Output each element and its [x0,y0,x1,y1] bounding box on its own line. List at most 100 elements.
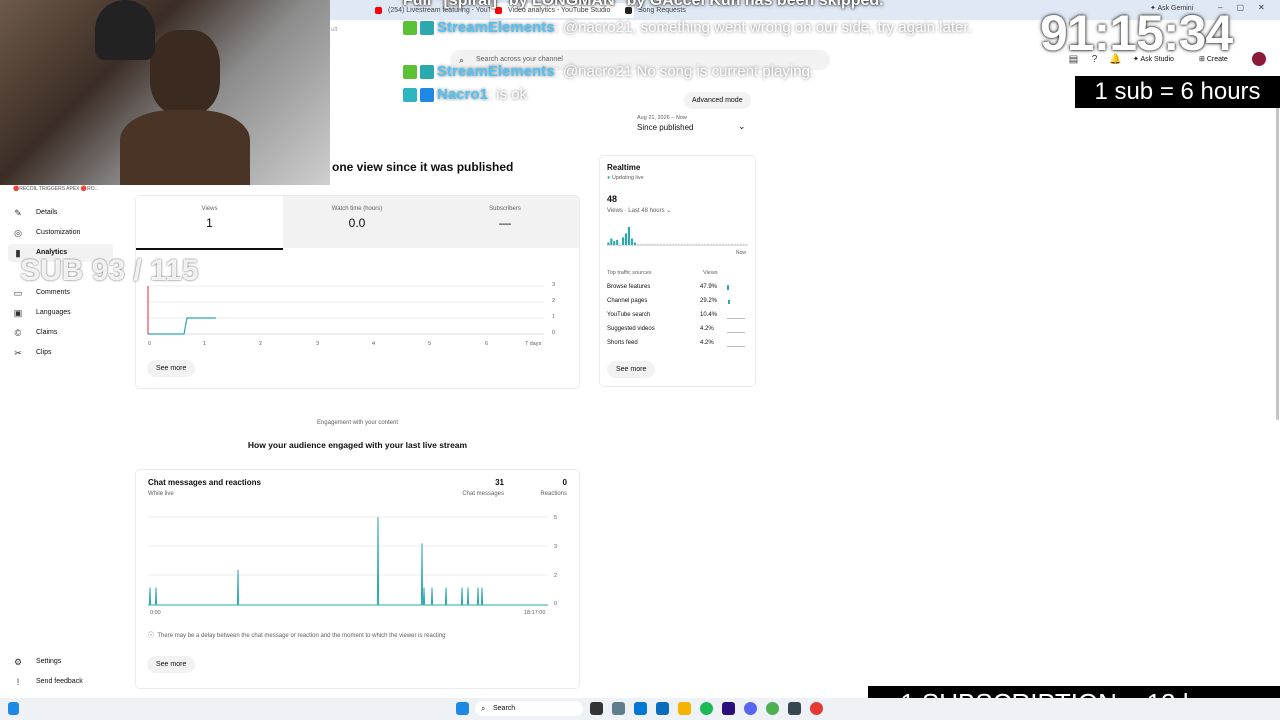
engagement-kicker: Engagement with your content [316,420,399,426]
sidebar-item-customization[interactable]: ◎ Customization [8,224,113,242]
settings-app-icon[interactable] [612,702,625,715]
traffic-views-header: Views [703,270,718,276]
edge-icon[interactable] [634,702,647,715]
sidebar-item-send-feedback[interactable]: ! Send feedback [8,673,113,691]
realtime-bar [724,243,727,245]
realtime-bar [624,233,628,245]
chevron-down-icon: ⌄ [666,208,672,214]
advanced-mode-button[interactable]: Advanced mode [684,92,751,109]
sidebar-item-claims[interactable]: © Claims [8,324,113,342]
webcam-caption: 🔴RECOIL TRIGGERS APEX 🔴RO... [13,186,99,192]
engagement-see-more-button[interactable]: See more [147,656,196,673]
sub-goal-counter: SUB 93 / 115 [20,254,199,287]
start-icon[interactable] [456,702,469,715]
realtime-bar [619,243,622,245]
traffic-row[interactable]: Channel pages 29.2% [607,298,747,312]
overview-see-more-button[interactable]: See more [147,360,196,377]
premiere-icon[interactable] [722,702,735,715]
sparkline [727,285,729,290]
chat-count-label: Chat messages [462,491,504,497]
badge-icon [403,88,417,103]
gear-icon: ⚙ [13,657,23,667]
chat-message: Nacro1: is ok [403,86,527,103]
realtime-period-dropdown[interactable]: Views · Last 48 hours ⌄ [607,207,671,214]
taskbar-search[interactable]: ⌕ Search [475,701,583,716]
y-tick: 1 [552,314,556,320]
file-explorer-icon[interactable] [678,702,691,715]
broadcast-icon: ◎ [14,228,22,238]
traffic-list: Browse features 47.9% Channel pages 29.2% … [607,284,747,354]
kpi-views[interactable]: Views 1 [136,196,283,250]
realtime-bar [668,243,672,245]
x-tick: 2 [259,341,263,347]
x-tick: 1 [203,341,207,347]
x-tick: 3 [316,341,320,347]
traffic-row[interactable]: Browse features 47.9% [607,284,747,298]
info-icon: ⓘ [148,633,155,639]
task-view-icon[interactable] [590,702,603,715]
chat-line [148,516,548,606]
traffic-row[interactable]: Shorts feed 4.2% [607,340,747,354]
taskbar: ⌕ Search [0,698,1280,720]
realtime-bar [660,243,663,245]
realtime-bar [704,243,707,245]
y-tick: 5 [554,515,558,521]
streamer-body [120,110,250,185]
obs-icon[interactable] [788,702,801,715]
y-tick: 2 [554,573,558,579]
chat-y-axis: 5 3 2 0 [554,515,566,610]
realtime-now-label: Now [736,250,747,256]
realtime-bar [689,243,692,245]
realtime-bar [713,243,716,245]
realtime-bar [674,243,677,245]
realtime-bar [645,243,648,245]
date-range-value: Since published [637,123,694,132]
avatar[interactable] [1252,52,1266,66]
sidebar-item-settings[interactable]: ⚙ Settings [8,653,113,671]
realtime-bar [680,243,683,245]
realtime-bar [627,227,630,245]
realtime-bar [736,243,739,245]
x-tick: 4 [372,341,376,347]
kpi-subscribers[interactable]: Subscribers — [431,196,579,248]
sidebar-item-clips[interactable]: ✂ Clips [8,344,113,362]
badge-icon [403,65,417,80]
page-scrollbar[interactable] [1276,100,1279,420]
realtime-bar [742,243,745,245]
x-tick: 6 [485,341,489,347]
realtime-card: Realtime ● Updating live 48 Views · Last… [600,156,755,386]
scissors-icon: ✂ [14,348,22,358]
traffic-row[interactable]: YouTube search 10.4% [607,312,747,326]
widgets-icon[interactable] [8,702,19,715]
discord-icon[interactable] [744,702,757,715]
date-range-dropdown[interactable]: Aug 21, 2026 – Now Since published ⌄ [630,115,750,139]
app-icon[interactable] [810,702,823,715]
realtime-bar [686,243,689,245]
spotify-icon[interactable] [700,702,713,715]
sidebar-item-details[interactable]: ✎ Details [8,204,113,222]
realtime-bar [710,243,713,245]
y-tick: 0 [552,330,556,336]
languages-icon: ▣ [13,308,23,318]
store-icon[interactable] [656,702,669,715]
traffic-row[interactable]: Suggested videos 4.2% [607,326,747,340]
badge-icon [403,21,417,36]
chat-card-subtitle: While live [148,491,174,497]
reaction-count-label: Reactions [540,491,567,497]
page-title: one view since it was published [332,160,514,174]
chrome-icon[interactable] [766,702,779,715]
claims-icon: © [14,328,22,338]
y-tick: 2 [552,298,556,304]
realtime-bar [607,242,610,245]
chevron-down-icon: ⌄ [738,121,746,131]
kpi-watch-time[interactable]: Watch time (hours) 0.0 [283,196,431,248]
realtime-see-more-button[interactable]: See more [607,361,656,378]
search-icon: ⌕ [481,704,486,713]
x-tick: 5 [428,341,432,347]
realtime-bar [745,243,748,245]
realtime-bar [663,243,666,245]
date-range-label: Aug 21, 2026 – Now [637,115,687,121]
realtime-bar [666,243,669,245]
chat-count: 31 [495,478,504,487]
sidebar-item-languages[interactable]: ▣ Languages [8,304,113,322]
